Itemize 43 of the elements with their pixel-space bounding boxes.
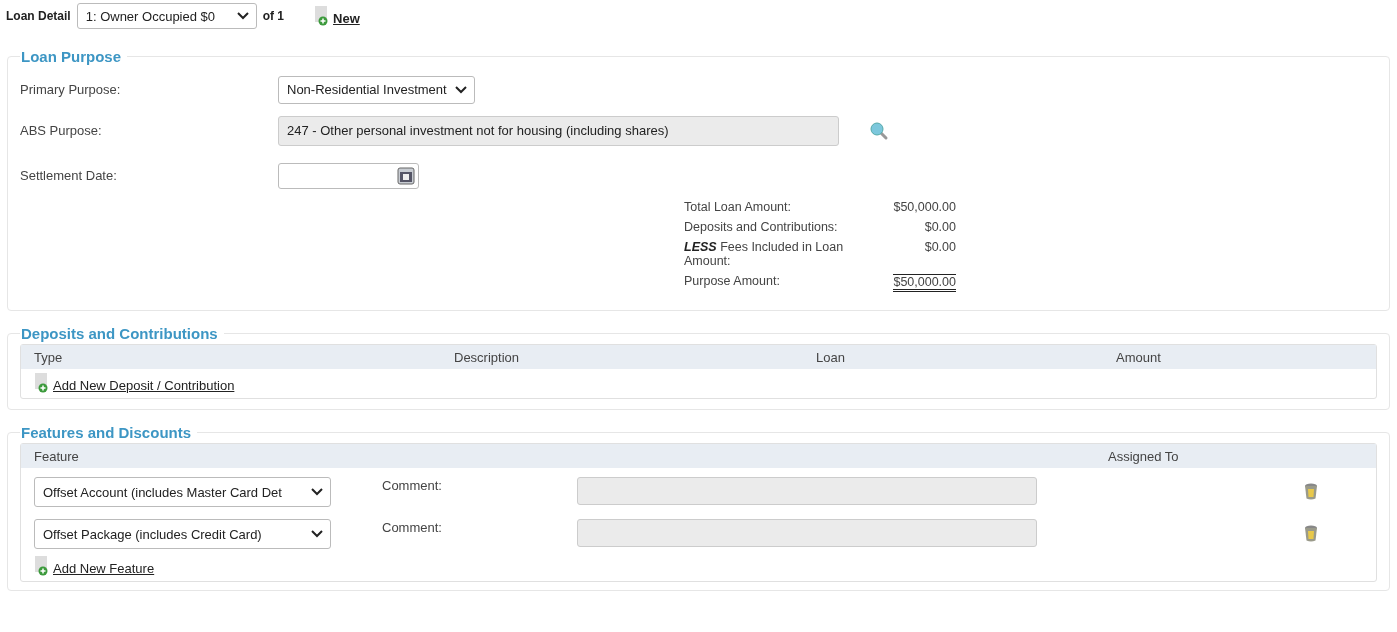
column-header: Loan bbox=[816, 349, 846, 365]
summary-value: $50,000.00 bbox=[893, 200, 956, 214]
comment-field[interactable] bbox=[577, 477, 1037, 505]
chevron-icon bbox=[236, 12, 249, 20]
summary-label: LESS Fees Included in Loan Amount: bbox=[684, 240, 845, 268]
feature-select[interactable]: Offset Account (includes Master Card Det bbox=[34, 477, 331, 507]
column-header: Amount bbox=[1116, 349, 1162, 365]
add-feature-link[interactable]: Add New Feature bbox=[34, 556, 155, 576]
summary-label: Total Loan Amount: bbox=[684, 200, 793, 214]
section-title: Loan Purpose bbox=[20, 48, 122, 65]
column-header: Type bbox=[34, 349, 64, 365]
column-header: Assigned To bbox=[1108, 448, 1180, 464]
column-header: Description bbox=[454, 349, 521, 365]
chevron-icon bbox=[311, 530, 323, 538]
summary-label: Purpose Amount: bbox=[684, 274, 781, 290]
field-label: Primary Purpose: bbox=[20, 82, 122, 97]
field-label: ABS Purpose: bbox=[20, 123, 103, 138]
loan-count: of 1 bbox=[262, 9, 285, 23]
summary-label: Deposits and Contributions: bbox=[684, 220, 839, 234]
trash-icon[interactable] bbox=[1304, 483, 1318, 500]
loan-select[interactable]: 1: Owner Occupied $0 bbox=[76, 3, 257, 29]
abs-purpose-field: 247 - Other personal investment not for housing (including shares) bbox=[278, 115, 839, 146]
summary-value: $50,000.00 bbox=[893, 274, 956, 292]
add-deposit-link[interactable]: Add New Deposit / Contribution bbox=[34, 373, 235, 393]
comment-field[interactable] bbox=[577, 519, 1037, 547]
new-link[interactable]: New bbox=[314, 6, 360, 26]
purpose-select[interactable]: Non-Residential Investment bbox=[278, 75, 475, 104]
feature-select[interactable]: Offset Package (includes Credit Card) bbox=[34, 519, 331, 549]
chevron-icon bbox=[311, 488, 323, 496]
field-label: Settlement Date: bbox=[20, 168, 118, 183]
comment-label: Comment: bbox=[382, 477, 443, 493]
comment-label: Comment: bbox=[382, 519, 443, 535]
summary-value: $0.00 bbox=[924, 240, 956, 254]
section-title: Features and Discounts bbox=[20, 424, 193, 441]
chevron-icon bbox=[454, 85, 467, 94]
section-title: Deposits and Contributions bbox=[20, 325, 219, 342]
calendar-icon[interactable] bbox=[397, 166, 415, 185]
trash-icon[interactable] bbox=[1304, 525, 1318, 542]
loan-detail-label: Loan Detail bbox=[6, 9, 71, 23]
date-field[interactable] bbox=[278, 162, 419, 189]
search-icon[interactable] bbox=[869, 120, 889, 141]
summary-value: $0.00 bbox=[924, 220, 956, 234]
column-header: Feature bbox=[34, 448, 80, 464]
